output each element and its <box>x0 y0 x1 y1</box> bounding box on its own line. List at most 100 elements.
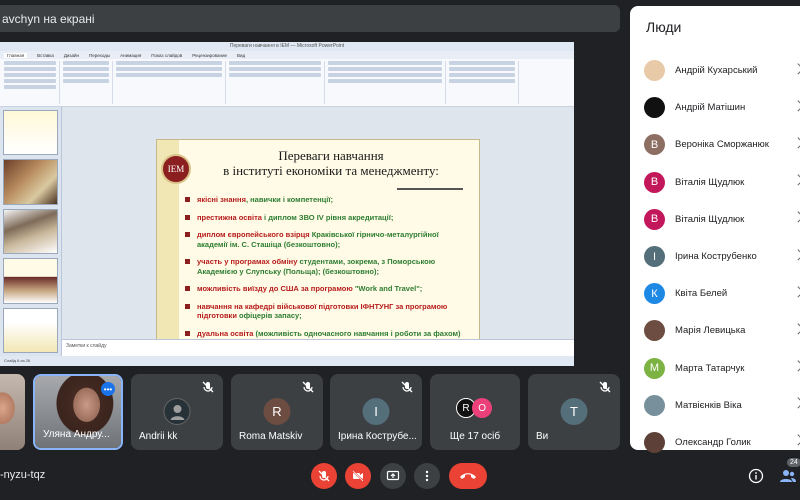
participant-row[interactable]: Матвієнків Віка <box>630 387 800 424</box>
hang-up-icon <box>460 473 476 479</box>
participant-tile[interactable]: І Ірина Кострубе... <box>330 374 422 450</box>
people-button[interactable] <box>778 466 798 486</box>
ribbon-group-slides[interactable] <box>63 61 113 104</box>
participant-avatar <box>163 398 191 425</box>
ppt-tab[interactable]: Вид <box>237 53 245 58</box>
participant-name: Марія Левицька <box>675 325 746 337</box>
camera-off-icon <box>352 470 364 482</box>
slide-title: Переваги навчання в інституті економіки … <box>193 148 469 178</box>
chevron-icon[interactable] <box>792 62 800 75</box>
slide-thumbnail[interactable] <box>3 258 58 304</box>
participant-avatar <box>644 97 665 119</box>
participant-tile[interactable]: n <box>0 374 25 450</box>
people-panel-title: Люди <box>646 19 682 35</box>
participant-name: Андрій Кухарський <box>675 65 758 77</box>
participant-avatar <box>644 320 665 342</box>
participant-row[interactable]: В Віталія Щудлюк <box>630 164 800 201</box>
chevron-icon[interactable] <box>792 397 800 409</box>
participant-tile-active[interactable]: ••• Уляна Андру... <box>33 374 123 450</box>
institute-logo: ІЕМ <box>161 154 191 184</box>
ribbon-group-clipboard[interactable] <box>4 61 60 104</box>
participant-avatar: В <box>644 171 665 193</box>
participant-row[interactable]: М Марта Татарчук <box>630 350 800 387</box>
participant-name: Віталія Щудлюк <box>675 213 745 225</box>
slide-thumbnail[interactable] <box>3 208 58 255</box>
participant-row[interactable]: В Вероніка Сморжанюк <box>630 126 800 163</box>
tile-name: Andrii kk <box>139 431 178 442</box>
present-screen-button[interactable] <box>380 463 406 489</box>
self-tile[interactable]: T Ви <box>528 374 620 450</box>
meet-window: avchyn на екрані Переваги навчання в ІЕМ… <box>0 0 800 500</box>
slide-notes[interactable]: Заметки к слайду <box>62 339 574 356</box>
participant-row[interactable]: Андрій Кухарський <box>630 52 800 89</box>
participant-video <box>0 374 25 450</box>
ribbon-group-drawing[interactable] <box>328 61 446 104</box>
participant-name: Квіта Белей <box>675 288 728 300</box>
slide-thumbnail[interactable] <box>3 307 58 354</box>
camera-toggle-button[interactable] <box>345 463 371 489</box>
ppt-tab[interactable]: Вставка <box>37 53 54 58</box>
ppt-tab[interactable]: Главная <box>4 52 28 58</box>
slide-thumbnail[interactable] <box>3 159 58 205</box>
presenter-label: avchyn на екрані <box>2 11 95 26</box>
person-silhouette-icon <box>170 404 184 420</box>
participant-name: Андрій Матішин <box>675 102 746 114</box>
participant-row[interactable]: Олександр Голик <box>630 424 800 461</box>
participant-name: Вероніка Сморжанюк <box>675 139 769 151</box>
participant-avatar: М <box>644 357 665 379</box>
chevron-icon[interactable] <box>792 211 800 223</box>
current-slide[interactable]: ІЕМ Переваги навчання в інституті економ… <box>156 139 480 366</box>
ribbon-group-paragraph[interactable] <box>229 61 325 104</box>
participant-tile[interactable]: R Roma Matskiv <box>231 374 323 450</box>
more-participants-tile[interactable]: R O Ще 17 осіб <box>430 374 520 450</box>
meeting-details-button[interactable] <box>746 466 766 486</box>
ppt-ribbon-tabs: Главная Вставка Дизайн Переходы Анимация… <box>0 51 574 59</box>
bullet-item: можливість виїзду до США за програмою "W… <box>183 284 469 294</box>
ppt-tab[interactable]: Переходы <box>89 53 110 58</box>
participant-tile[interactable]: Andrii kk <box>131 374 223 450</box>
chevron-icon[interactable] <box>792 248 800 261</box>
chevron-icon[interactable] <box>792 137 800 149</box>
ribbon-group-font[interactable] <box>116 61 226 104</box>
more-options-icon[interactable]: ••• <box>101 382 115 396</box>
slide-thumbnail[interactable] <box>3 110 58 156</box>
slide-thumbnails <box>0 107 62 356</box>
title-divider <box>397 188 463 190</box>
mic-off-icon <box>401 381 413 393</box>
slide-bullets: якісні знання, навички і компетенції; пр… <box>183 195 469 346</box>
more-options-button[interactable] <box>414 463 440 489</box>
participant-name: Матвієнків Віка <box>675 399 742 411</box>
ppt-tab[interactable]: Показ слайдов <box>151 53 182 58</box>
participant-name: Марта Татарчук <box>675 362 745 374</box>
participant-row[interactable]: Марія Левицька <box>630 312 800 349</box>
bullet-item: престижна освіта і диплом ЗВО ІV рівня а… <box>183 213 469 223</box>
leave-call-button[interactable] <box>449 463 487 489</box>
participant-avatar: І <box>644 246 665 268</box>
tile-name: Ірина Кострубе... <box>338 431 417 442</box>
participant-row[interactable]: К Квіта Белей <box>630 275 800 312</box>
chevron-icon[interactable] <box>792 100 800 112</box>
ppt-status-bar: Слайд 6 из 26 <box>0 356 574 366</box>
chevron-icon[interactable] <box>792 360 800 372</box>
slide-canvas: ІЕМ Переваги навчання в інституті економ… <box>62 107 574 366</box>
participant-name: Ірина Кострубенко <box>675 251 757 263</box>
tile-name: Уляна Андру... <box>43 429 110 440</box>
chevron-icon[interactable] <box>792 323 800 335</box>
participant-row[interactable]: І Ірина Кострубенко <box>630 238 800 275</box>
chevron-icon[interactable] <box>792 285 800 298</box>
ppt-tab[interactable]: Дизайн <box>64 53 79 58</box>
mic-toggle-button[interactable] <box>311 463 337 489</box>
info-icon <box>748 468 764 484</box>
participant-list: Андрій Кухарський Андрій Матішин В Вероніка… <box>630 52 800 461</box>
participant-row[interactable]: В Віталія Щудлюк <box>630 201 800 238</box>
ppt-tab[interactable]: Рецензирование <box>192 53 227 58</box>
bullet-item: якісні знання, навички і компетенції; <box>183 195 469 205</box>
ribbon-group-editing[interactable] <box>449 61 519 104</box>
participant-row[interactable]: Андрій Матішин <box>630 89 800 126</box>
chevron-icon[interactable] <box>792 174 800 186</box>
present-icon <box>386 470 400 481</box>
ppt-tab[interactable]: Анимация <box>120 53 141 58</box>
people-icon <box>780 470 796 482</box>
mic-off-icon <box>318 470 330 482</box>
chevron-icon[interactable] <box>792 434 800 447</box>
